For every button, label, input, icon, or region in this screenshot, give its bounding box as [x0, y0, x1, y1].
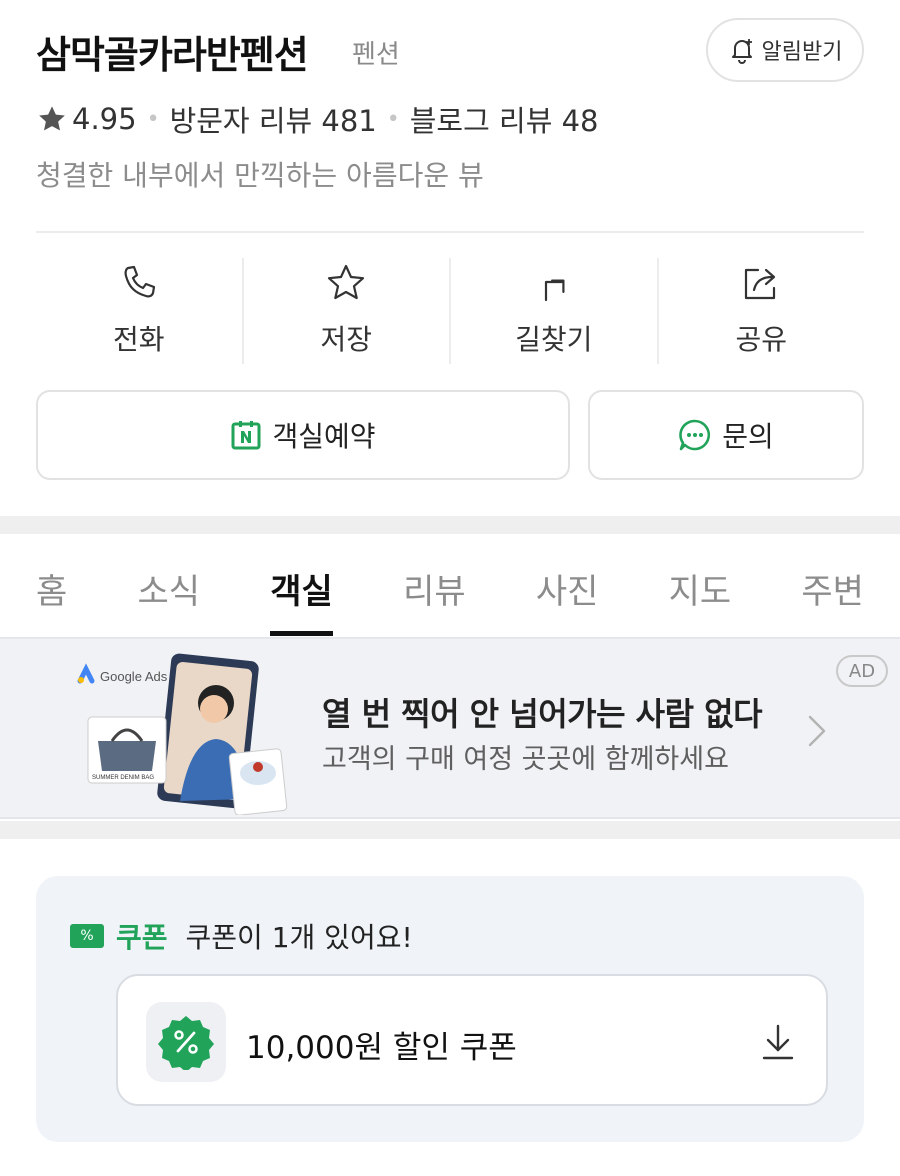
reserve-label: 객실예약 [272, 420, 376, 453]
share-label: 공유 [735, 323, 788, 356]
separator-dot: • [386, 106, 400, 132]
ad-subline: 고객의 구매 여정 곳곳에 함께하세요 [322, 744, 729, 775]
call-label: 전화 [112, 323, 165, 356]
coupon-section: % 쿠폰 쿠폰이 1개 있어요! 10,000원 할인 쿠폰 [36, 876, 864, 1142]
place-header: 삼막골카라반펜션 펜션 알림받기 [36, 18, 864, 88]
bell-plus-icon [731, 39, 752, 64]
divider [36, 231, 864, 233]
alarm-button[interactable]: 알림받기 [706, 18, 864, 82]
directions-icon [544, 279, 565, 302]
tab-bar: 홈 소식 객실 리뷰 사진 지도 주변 [0, 534, 900, 636]
tab-map[interactable]: 지도 [669, 534, 732, 636]
tab-reviews[interactable]: 리뷰 [403, 534, 466, 636]
tab-rooms[interactable]: 객실 [270, 534, 333, 636]
section-separator [0, 821, 900, 839]
ad-illustration: Google Ads SUMMER DENIM BAG [77, 653, 288, 815]
download-icon[interactable] [760, 1022, 796, 1062]
place-meta: 4.95 • 방문자 리뷰 481 • 블로그 리뷰 48 [36, 98, 599, 140]
reserve-button[interactable]: 객실예약 [36, 390, 570, 480]
tab-nearby[interactable]: 주변 [801, 534, 864, 636]
tab-news[interactable]: 소식 [138, 534, 201, 636]
tab-photos[interactable]: 사진 [536, 534, 599, 636]
chat-bubble-icon [679, 419, 711, 451]
directions-button[interactable]: 길찾기 [449, 258, 657, 364]
tab-home[interactable]: 홈 [36, 534, 67, 636]
save-label: 저장 [320, 323, 373, 356]
ad-product-label: SUMMER DENIM BAG [92, 775, 154, 781]
blog-reviews-link[interactable]: 블로그 리뷰 48 [410, 98, 599, 140]
coupon-label: 쿠폰 [116, 921, 168, 954]
naver-calendar-icon [231, 421, 261, 450]
directions-label: 길찾기 [515, 323, 593, 356]
action-row: 전화 저장 길찾기 공유 [36, 258, 864, 364]
inquiry-label: 문의 [722, 420, 774, 453]
alarm-label: 알림받기 [761, 40, 843, 65]
star-outline-icon [328, 264, 365, 300]
primary-buttons: 객실예약 문의 [36, 390, 864, 480]
ad-brand: Google Ads [100, 669, 168, 684]
share-button[interactable]: 공유 [656, 258, 865, 364]
place-tagline: 청결한 내부에서 만끽하는 아름다운 뷰 [36, 159, 484, 192]
place-title: 삼막골카라반펜션 [36, 33, 309, 77]
visitor-reviews-link[interactable]: 방문자 리뷰 481 [170, 98, 377, 140]
ad-banner[interactable]: Google Ads SUMMER DENIM BAG 열 번 찍어 안 넘어가… [0, 637, 900, 819]
section-separator [0, 516, 900, 534]
inquiry-button[interactable]: 문의 [588, 390, 864, 480]
share-icon [745, 268, 776, 300]
star-filled-icon [39, 106, 65, 131]
coupon-header: % 쿠폰 쿠폰이 1개 있어요! [70, 916, 413, 956]
coupon-card[interactable]: 10,000원 할인 쿠폰 [116, 974, 828, 1106]
separator-dot: • [146, 106, 160, 132]
coupon-tag-icon: % [70, 924, 104, 948]
call-button[interactable]: 전화 [36, 258, 242, 364]
discount-badge-icon [158, 1016, 214, 1070]
rating-value: 4.95 [72, 102, 137, 136]
chevron-right-icon [808, 715, 826, 747]
coupon-count-text: 쿠폰이 1개 있어요! [185, 921, 413, 954]
save-button[interactable]: 저장 [241, 258, 450, 364]
phone-icon [124, 265, 155, 298]
place-category: 펜션 [352, 40, 400, 70]
coupon-name: 10,000원 할인 쿠폰 [246, 1030, 517, 1066]
ad-badge[interactable]: AD [836, 655, 888, 687]
ad-headline: 열 번 찍어 안 넘어가는 사람 없다 [322, 695, 763, 733]
coupon-badge [146, 1002, 226, 1082]
